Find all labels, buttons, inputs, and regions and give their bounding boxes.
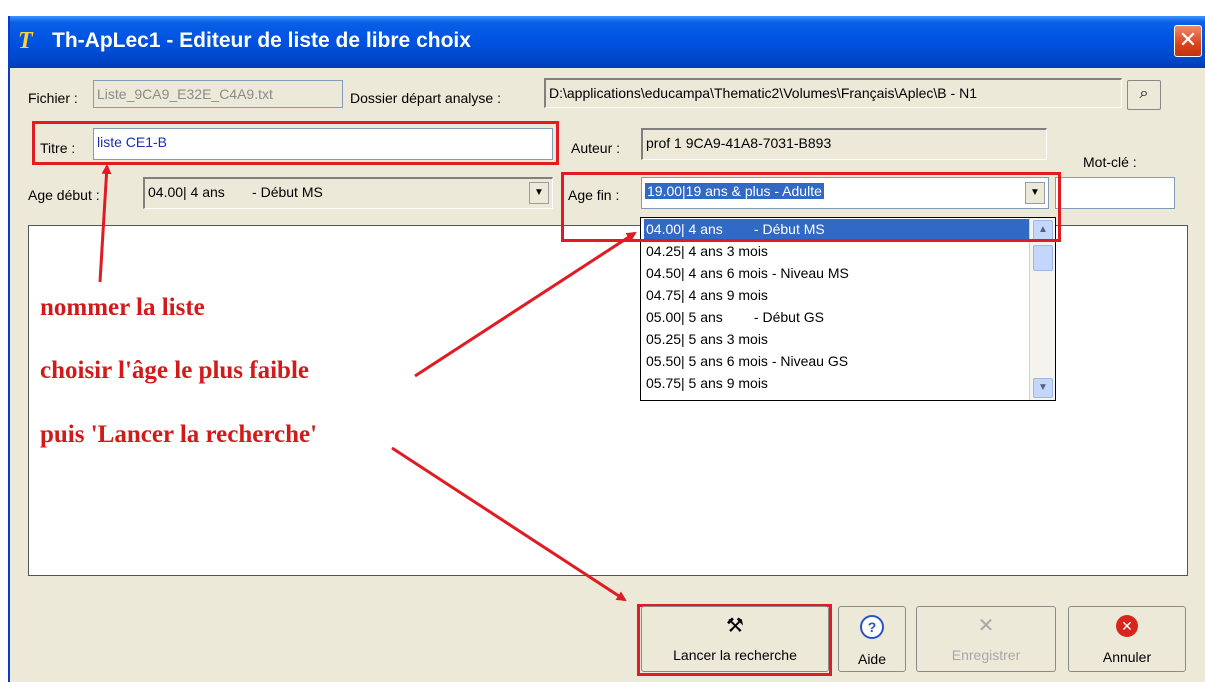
aide-button[interactable]: ? Aide [838, 606, 906, 672]
arrow-to-titre [98, 164, 112, 283]
x-icon: ✕ [977, 615, 995, 637]
arrow-to-lancer [391, 446, 627, 602]
help-question-icon: ? [860, 615, 884, 639]
annuler-button[interactable]: ✕ Annuler [1068, 606, 1186, 672]
enregistrer-button[interactable]: ✕ Enregistrer [916, 606, 1056, 672]
cancel-circle-icon: ✕ [1116, 615, 1138, 637]
hammer-wrench-icon: ⚒ [726, 615, 744, 637]
annotation-arrows [98, 164, 637, 602]
annuler-label: Annuler [1102, 649, 1152, 665]
arrow-to-age-fin [414, 231, 637, 378]
lancer-recherche-button[interactable]: ⚒ Lancer la recherche [641, 606, 829, 672]
enregistrer-label: Enregistrer [951, 647, 1021, 663]
aide-label: Aide [857, 651, 887, 667]
lancer-recherche-label: Lancer la recherche [673, 647, 797, 663]
